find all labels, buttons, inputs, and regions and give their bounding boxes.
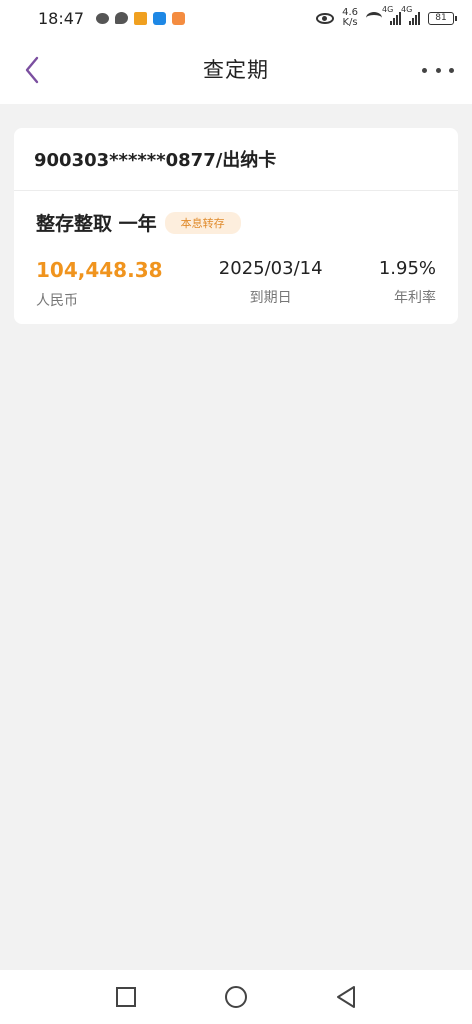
deposit-card[interactable]: 900303******0877/出纳卡 整存整取 一年 本息转存 104,44… <box>14 128 458 324</box>
triangle-back-icon <box>337 986 355 1008</box>
app-notification-icon <box>134 11 148 25</box>
currency-label: 人民币 <box>36 293 78 309</box>
rate-label: 年利率 <box>394 290 436 306</box>
circle-icon <box>225 986 247 1008</box>
page-title: 查定期 <box>203 58 269 82</box>
dot-icon <box>449 67 454 73</box>
rollover-badge: 本息转存 <box>164 211 241 234</box>
signal-icon: 4G <box>401 5 420 25</box>
more-options-button[interactable] <box>422 60 454 80</box>
speed-unit: K/s <box>342 17 358 28</box>
home-button[interactable] <box>221 982 251 1012</box>
dot-icon <box>435 67 441 73</box>
app-notification-icon <box>153 11 167 25</box>
wechat-icon <box>96 12 110 24</box>
amount-metric: 104,448.38 人民币 <box>36 258 163 310</box>
deposit-amount: 104,448.38 <box>36 258 163 282</box>
dot-icon <box>422 67 427 73</box>
recents-button[interactable] <box>111 982 141 1012</box>
square-icon <box>116 987 136 1007</box>
app-notification-icon <box>172 11 186 25</box>
status-bar: 18:47 4.6 K/s 4G 4G 81 <box>0 0 472 36</box>
back-nav-button[interactable] <box>331 982 361 1012</box>
account-label: 900303******0877/出纳卡 <box>14 128 458 191</box>
deposit-item[interactable]: 整存整取 一年 本息转存 104,448.38 人民币 2025/03/14 到… <box>14 191 458 310</box>
network-speed: 4.6 K/s <box>342 8 358 28</box>
eye-icon <box>316 12 335 24</box>
interest-rate: 1.95% <box>378 258 436 279</box>
signal-label: 4G <box>401 5 413 14</box>
system-nav-bar <box>0 970 472 1024</box>
status-time: 18:47 <box>38 8 85 28</box>
wifi-icon <box>366 12 382 24</box>
rate-metric: 1.95% 年利率 <box>379 258 436 310</box>
battery-icon: 81 <box>428 11 457 25</box>
maturity-metric: 2025/03/14 到期日 <box>219 258 323 310</box>
maturity-date: 2025/03/14 <box>218 258 323 279</box>
maturity-label: 到期日 <box>249 290 292 306</box>
app-bar: 查定期 <box>0 36 472 104</box>
signal-icon: 4G <box>382 5 401 25</box>
deposit-type: 整存整取 一年 <box>36 213 157 235</box>
signal-label: 4G <box>382 5 394 14</box>
message-icon <box>115 12 129 24</box>
